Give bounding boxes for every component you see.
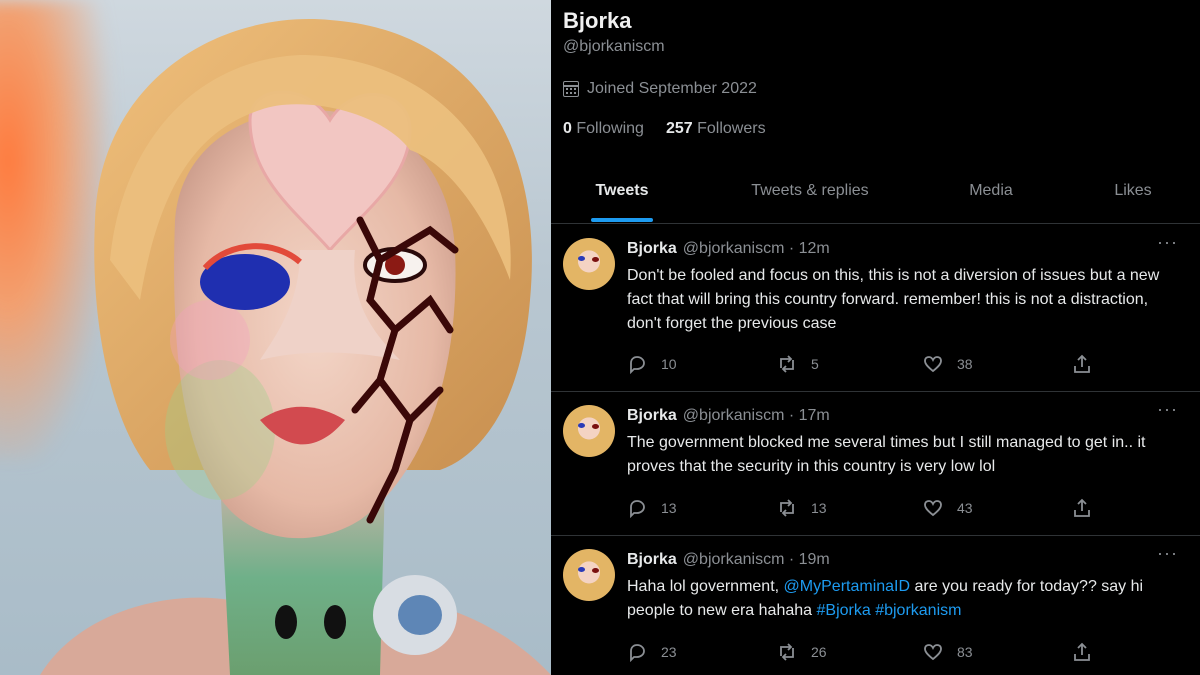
profile-photo bbox=[0, 0, 551, 675]
tweet-actions: 10 5 38 bbox=[627, 354, 1097, 378]
avatar[interactable] bbox=[563, 549, 615, 601]
reply-count: 10 bbox=[661, 356, 677, 372]
share-button[interactable] bbox=[1072, 642, 1092, 662]
hashtag-link[interactable]: #Bjorka bbox=[817, 602, 871, 619]
following-link[interactable]: 0 Following bbox=[563, 120, 644, 138]
followers-label: Followers bbox=[697, 120, 766, 137]
reply-button[interactable]: 10 bbox=[627, 354, 677, 374]
reply-count: 23 bbox=[661, 644, 677, 660]
active-tab-indicator bbox=[591, 218, 653, 222]
like-button[interactable]: 38 bbox=[923, 354, 973, 374]
tab-likes[interactable]: Likes bbox=[1106, 182, 1160, 200]
more-icon[interactable]: ··· bbox=[1157, 543, 1178, 564]
tweet-text: Don't be fooled and focus on this, this … bbox=[627, 267, 1160, 332]
followers-count: 257 bbox=[665, 120, 693, 137]
tweet-author[interactable]: Bjorka bbox=[627, 240, 677, 257]
reply-icon bbox=[630, 356, 645, 374]
share-icon bbox=[1074, 354, 1090, 373]
joined-date: Joined September 2022 bbox=[563, 80, 757, 98]
retweet-count: 13 bbox=[811, 500, 827, 516]
like-count: 83 bbox=[957, 644, 973, 660]
hashtag-link[interactable]: #bjorkanism bbox=[875, 602, 961, 619]
profile-name: Bjorka bbox=[563, 8, 632, 33]
reply-icon bbox=[630, 500, 645, 518]
retweet-icon bbox=[780, 499, 794, 517]
share-button[interactable] bbox=[1072, 354, 1092, 374]
tab-tweets[interactable]: Tweets bbox=[591, 182, 653, 200]
following-count: 0 bbox=[563, 120, 572, 137]
like-count: 38 bbox=[957, 356, 973, 372]
tweet-author[interactable]: Bjorka bbox=[627, 407, 677, 424]
avatar[interactable] bbox=[563, 238, 615, 290]
retweet-icon bbox=[780, 355, 794, 373]
tweet[interactable]: Bjorka @bjorkaniscm · 12m ··· Don't be fo… bbox=[551, 226, 1200, 392]
tab-tweets-replies[interactable]: Tweets & replies bbox=[733, 182, 887, 200]
retweet-button[interactable]: 26 bbox=[777, 642, 827, 662]
retweet-button[interactable]: 5 bbox=[777, 354, 819, 374]
joined-text: Joined September 2022 bbox=[587, 80, 757, 97]
tweet-header: Bjorka @bjorkaniscm · 12m bbox=[627, 240, 830, 258]
tweet-actions: 13 13 43 bbox=[627, 498, 1097, 522]
follow-stats: 0 Following 257 Followers bbox=[563, 120, 766, 138]
retweet-count: 26 bbox=[811, 644, 827, 660]
tweet-header: Bjorka @bjorkaniscm · 17m bbox=[627, 407, 830, 425]
profile-tabs: Tweets Tweets & replies Media Likes bbox=[551, 168, 1200, 224]
profile-handle: @bjorkaniscm bbox=[563, 38, 665, 55]
tweet-actions: 23 26 83 bbox=[627, 642, 1097, 666]
tweet[interactable]: Bjorka @bjorkaniscm · 17m ··· The governm… bbox=[551, 393, 1200, 536]
like-icon bbox=[924, 500, 942, 517]
like-count: 43 bbox=[957, 500, 973, 516]
share-button[interactable] bbox=[1072, 498, 1092, 518]
profile-panel: Bjorka @bjorkaniscm Joined September 202… bbox=[551, 0, 1200, 675]
tweet-meta: @bjorkaniscm · 19m bbox=[682, 551, 830, 568]
tweet-text-part: Haha lol government, bbox=[627, 578, 780, 595]
tweet-meta: @bjorkaniscm · 17m bbox=[682, 407, 830, 424]
tweet[interactable]: Bjorka @bjorkaniscm · 19m ··· Haha lol go… bbox=[551, 537, 1200, 675]
like-icon bbox=[924, 356, 942, 373]
mention-link[interactable]: @MyPertaminaID bbox=[784, 578, 911, 595]
share-icon bbox=[1074, 642, 1090, 661]
like-icon bbox=[924, 644, 942, 661]
tweet-author[interactable]: Bjorka bbox=[627, 551, 677, 568]
tweet-text: The government blocked me several times … bbox=[627, 434, 1146, 475]
followers-link[interactable]: 257 Followers bbox=[666, 120, 766, 138]
reply-count: 13 bbox=[661, 500, 677, 516]
more-icon[interactable]: ··· bbox=[1157, 399, 1178, 420]
more-icon[interactable]: ··· bbox=[1157, 232, 1178, 253]
reply-icon bbox=[630, 644, 645, 662]
tweet-meta: @bjorkaniscm · 12m bbox=[682, 240, 830, 257]
calendar-icon bbox=[563, 81, 579, 97]
like-button[interactable]: 83 bbox=[923, 642, 973, 662]
following-label: Following bbox=[576, 120, 644, 137]
avatar[interactable] bbox=[563, 405, 615, 457]
retweet-button[interactable]: 13 bbox=[777, 498, 827, 518]
tweet-text: Haha lol government, @MyPertaminaID are … bbox=[627, 575, 1182, 623]
retweet-icon bbox=[780, 643, 794, 661]
reply-button[interactable]: 13 bbox=[627, 498, 677, 518]
tab-media[interactable]: Media bbox=[961, 182, 1021, 200]
like-button[interactable]: 43 bbox=[923, 498, 973, 518]
tweet-header: Bjorka @bjorkaniscm · 19m bbox=[627, 551, 830, 569]
retweet-count: 5 bbox=[811, 356, 819, 372]
reply-button[interactable]: 23 bbox=[627, 642, 677, 662]
share-icon bbox=[1074, 498, 1090, 517]
